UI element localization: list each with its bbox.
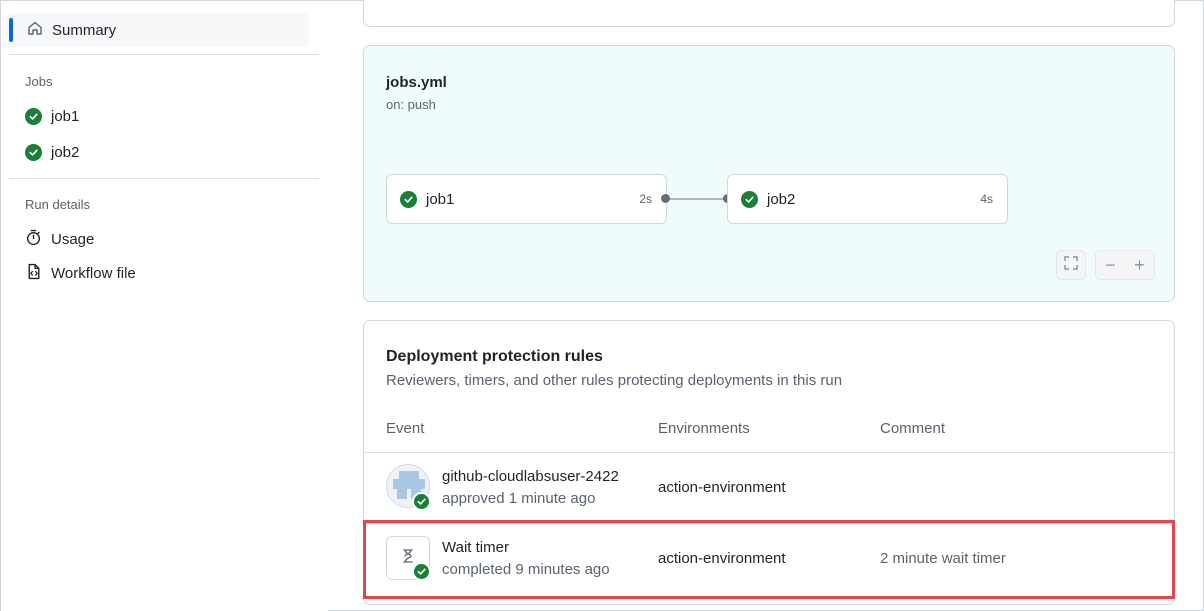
job-duration: 4s <box>980 192 993 206</box>
sidebar-item-usage[interactable]: Usage <box>25 225 94 253</box>
connector-dot <box>661 194 670 203</box>
reviewer-name[interactable]: github-cloudlabsuser-2422 <box>442 468 619 485</box>
previous-card <box>363 0 1175 27</box>
success-check-icon <box>25 107 42 125</box>
jobs-section-label: Jobs <box>25 74 53 89</box>
success-check-icon <box>412 562 431 581</box>
sidebar-item-label: job1 <box>51 107 80 125</box>
fullscreen-button[interactable] <box>1056 250 1086 280</box>
job-label: job2 <box>767 190 796 208</box>
divider <box>9 54 319 55</box>
row-divider <box>364 523 1174 524</box>
zoom-out-button[interactable]: − <box>1096 255 1125 276</box>
success-check-icon <box>741 190 758 208</box>
success-check-icon <box>412 492 431 511</box>
column-header-comment: Comment <box>880 420 946 437</box>
job-label: job1 <box>426 190 455 208</box>
job-connector <box>665 198 727 200</box>
success-check-icon <box>25 143 42 161</box>
sidebar-item-workflow-file[interactable]: Workflow file <box>25 259 136 287</box>
environment-name[interactable]: action-environment <box>658 550 786 567</box>
event-comment: 2 minute wait timer <box>880 550 1006 567</box>
column-header-environments: Environments <box>658 420 750 437</box>
event-status: approved 1 minute ago <box>442 490 596 507</box>
row-divider <box>364 452 1174 453</box>
sidebar-item-label: Summary <box>52 21 117 39</box>
active-indicator <box>9 18 13 42</box>
run-details-section-label: Run details <box>25 197 91 212</box>
section-title: Deployment protection rules <box>386 348 603 365</box>
success-check-icon <box>400 190 417 208</box>
fullscreen-icon <box>1063 255 1079 276</box>
workflow-file-name: jobs.yml <box>386 74 447 91</box>
sidebar-item-job1[interactable]: job1 <box>25 102 79 130</box>
divider <box>9 178 319 179</box>
home-icon <box>27 20 43 40</box>
stopwatch-icon <box>25 229 42 250</box>
zoom-in-button[interactable]: + <box>1125 255 1154 276</box>
graph-job-job2[interactable]: job2 4s <box>727 174 1008 224</box>
event-status: completed 9 minutes ago <box>442 561 610 578</box>
column-header-event: Event <box>386 420 425 437</box>
workflow-trigger: on: push <box>386 97 436 112</box>
sidebar: Summary Jobs job1 job2 Run details Usage… <box>1 1 328 611</box>
workflow-graph-card: jobs.yml on: push job1 2s job2 4s − + <box>363 45 1175 302</box>
zoom-controls: − + <box>1095 250 1155 280</box>
sidebar-item-summary[interactable]: Summary <box>7 13 309 47</box>
graph-job-job1[interactable]: job1 2s <box>386 174 667 224</box>
file-code-icon <box>25 263 42 284</box>
section-description: Reviewers, timers, and other rules prote… <box>386 372 843 389</box>
environment-name[interactable]: action-environment <box>658 479 786 496</box>
sidebar-item-job2[interactable]: job2 <box>25 138 79 166</box>
sidebar-item-label: Usage <box>51 230 95 248</box>
sidebar-item-label: Workflow file <box>51 264 136 282</box>
sidebar-item-label: job2 <box>51 143 80 161</box>
event-name: Wait timer <box>442 539 509 556</box>
job-duration: 2s <box>639 192 652 206</box>
deployment-protection-rules-card: Deployment protection rules Reviewers, t… <box>363 320 1175 605</box>
